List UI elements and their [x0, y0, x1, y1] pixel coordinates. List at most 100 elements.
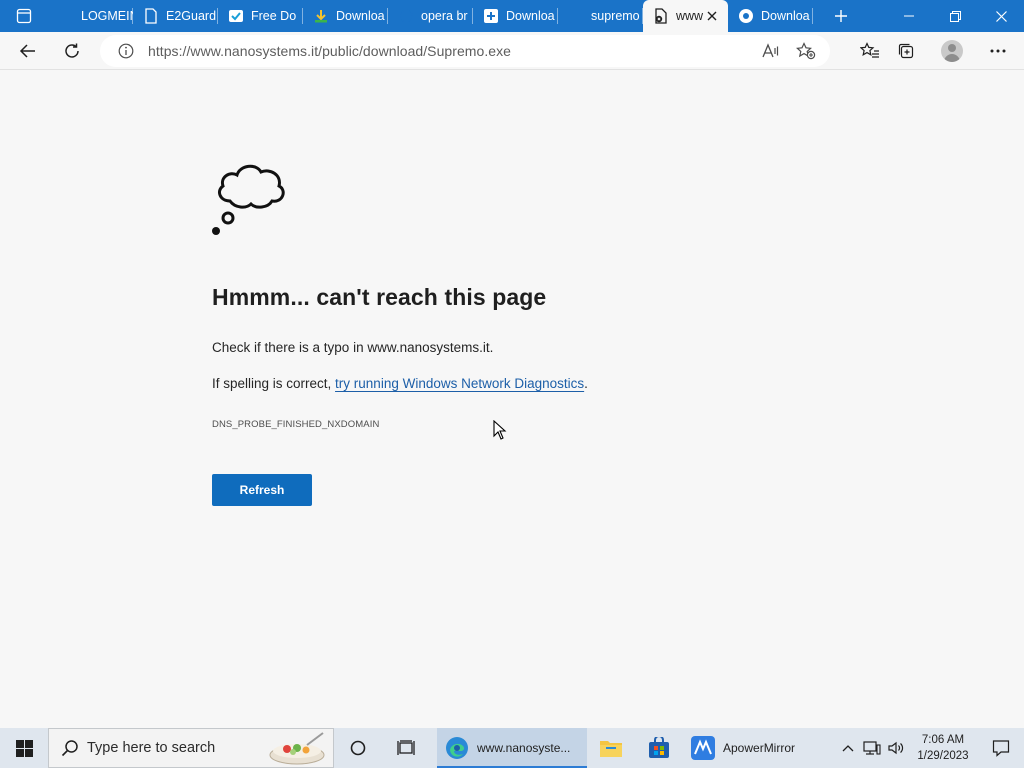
diagnostics-hint-suffix: . [584, 376, 588, 391]
settings-more-button[interactable] [980, 35, 1016, 67]
tab-active-www[interactable]: www [643, 0, 728, 32]
close-window-button[interactable] [978, 0, 1024, 32]
star-add-icon [796, 42, 816, 60]
start-button[interactable] [0, 728, 48, 768]
plus-icon [835, 10, 847, 22]
apowermirror-label: ApowerMirror [723, 741, 796, 755]
windows-logo-icon [15, 739, 33, 757]
microsoft-store-button[interactable] [635, 728, 683, 768]
network-diagnostics-link[interactable]: try running Windows Network Diagnostics [335, 376, 584, 391]
apowermirror-icon [691, 736, 715, 760]
favorites-button[interactable] [852, 35, 888, 67]
plus-square-icon [483, 8, 499, 24]
back-arrow-icon [19, 43, 35, 58]
notification-icon [992, 740, 1010, 757]
document-icon [143, 8, 159, 24]
tab-bar: LOGMEIN E2Guard Free Do Downloa opera br… [0, 0, 1024, 32]
error-page: Hmmm... can't reach this page Check if t… [0, 71, 1024, 728]
profile-button[interactable] [934, 35, 970, 67]
back-button[interactable] [10, 35, 46, 67]
task-view-icon [397, 740, 415, 755]
task-view-button[interactable] [382, 728, 430, 768]
tab-logmein[interactable]: LOGMEIN [48, 0, 133, 32]
tab-title: E2Guard [166, 9, 217, 23]
tab-free-download[interactable]: Free Do [218, 0, 303, 32]
clock[interactable]: 7:06 AM 1/29/2023 [908, 732, 978, 764]
search-highlight-bowl-icon [269, 732, 325, 765]
error-code: DNS_PROBE_FINISHED_NXDOMAIN [212, 419, 380, 430]
show-hidden-icons-button[interactable] [836, 728, 860, 768]
browser-toolbar: https://www.nanosystems.it/public/downlo… [0, 32, 1024, 70]
taskbar-edge-app[interactable]: www.nanosyste... [437, 728, 587, 768]
cortana-button[interactable] [334, 728, 382, 768]
action-center-button[interactable] [978, 728, 1024, 768]
more-options-icon [990, 49, 1006, 53]
edge-icon [738, 8, 754, 24]
avatar [941, 40, 963, 62]
add-favorite-button[interactable] [788, 35, 824, 67]
search-placeholder: Type here to search [87, 740, 216, 756]
taskbar-apowermirror-app[interactable]: ApowerMirror [687, 728, 817, 768]
address-bar-actions [752, 35, 824, 67]
window-controls [886, 0, 1024, 32]
refresh-button[interactable]: Refresh [212, 474, 312, 506]
system-tray: 7:06 AM 1/29/2023 [836, 728, 1024, 768]
tab-download-3[interactable]: Downloa [728, 0, 813, 32]
restore-button[interactable] [932, 0, 978, 32]
folder-icon [600, 741, 622, 757]
tab-actions-button[interactable] [0, 0, 48, 32]
minimize-button[interactable] [886, 0, 932, 32]
opera-icon [398, 8, 414, 24]
tab-supremo[interactable]: supremo [558, 0, 643, 32]
site-info-button[interactable] [110, 35, 142, 67]
store-bag-icon [649, 737, 669, 758]
tab-download-1[interactable]: Downloa [303, 0, 388, 32]
close-tab-icon[interactable] [704, 8, 720, 24]
toolbar-right-actions [852, 35, 1016, 67]
tab-actions-icon [16, 8, 32, 24]
reload-icon [65, 43, 79, 58]
taskbar-search-box[interactable]: Type here to search [48, 728, 334, 768]
cortana-circle-icon [350, 740, 366, 756]
new-tab-button[interactable] [825, 0, 857, 32]
error-title: Hmmm... can't reach this page [212, 284, 547, 310]
speaker-icon [888, 741, 904, 755]
logmein-icon [58, 8, 74, 24]
mouse-cursor-icon [493, 420, 507, 440]
reload-button[interactable] [54, 35, 90, 67]
download-site-icon [228, 8, 244, 24]
diagnostics-hint: If spelling is correct, try running Wind… [212, 376, 588, 391]
taskbar: Type here to search www.nanosyste... Apo… [0, 728, 1024, 768]
read-aloud-icon [762, 43, 779, 58]
collections-icon [898, 43, 914, 59]
tab-e2guard[interactable]: E2Guard [133, 0, 218, 32]
tab-title: Downloa [336, 9, 385, 23]
diagnostics-hint-prefix: If spelling is correct, [212, 376, 336, 391]
edge-app-label: www.nanosyste... [477, 741, 571, 755]
tab-title: opera br [421, 9, 468, 23]
info-icon [118, 43, 134, 59]
network-button[interactable] [860, 728, 884, 768]
tab-title: Downloa [506, 9, 555, 23]
close-icon [995, 10, 1007, 22]
network-icon [863, 741, 881, 755]
volume-button[interactable] [884, 728, 908, 768]
typo-hint: Check if there is a typo in www.nanosyst… [212, 340, 494, 355]
tab-title: Downloa [761, 9, 810, 23]
address-bar[interactable]: https://www.nanosystems.it/public/downlo… [100, 35, 830, 67]
tab-strip: LOGMEIN E2Guard Free Do Downloa opera br… [48, 0, 813, 32]
clock-time: 7:06 AM [921, 734, 965, 746]
restore-icon [949, 10, 961, 22]
file-explorer-button[interactable] [587, 728, 635, 768]
url-text[interactable]: https://www.nanosystems.it/public/downlo… [148, 43, 511, 59]
tab-opera[interactable]: opera br [388, 0, 473, 32]
edge-icon [446, 737, 468, 759]
supremo-icon [568, 8, 584, 24]
tab-title: Free Do [251, 9, 297, 23]
tab-download-2[interactable]: Downloa [473, 0, 558, 32]
clock-date: 1/29/2023 [917, 750, 969, 762]
thought-cloud-icon [212, 164, 285, 235]
chevron-up-icon [842, 745, 854, 752]
collections-button[interactable] [888, 35, 924, 67]
read-aloud-button[interactable] [752, 35, 788, 67]
